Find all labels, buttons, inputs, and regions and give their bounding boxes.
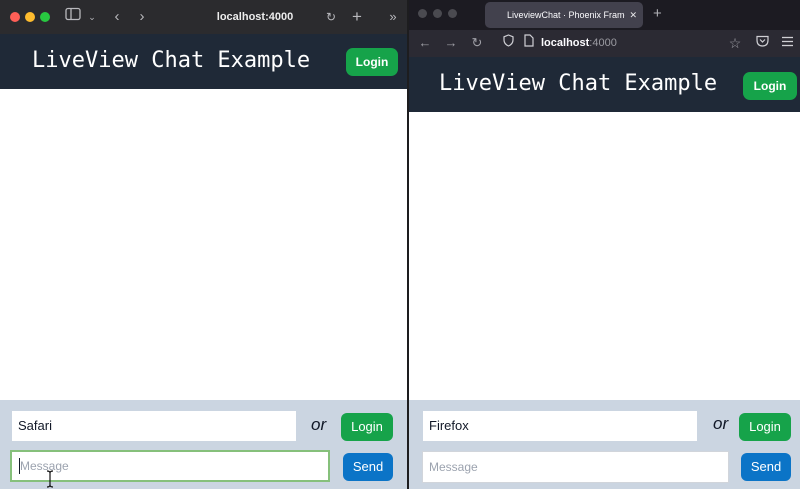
- firefox-nav-bar: ← → ↻ localhost:4000 ☆: [409, 30, 800, 57]
- app-header: LiveView Chat Example Login: [0, 34, 407, 89]
- forward-icon[interactable]: ›: [135, 7, 149, 27]
- safari-toolbar: ⌄ ‹ › localhost:4000 ↻ + »: [0, 0, 407, 34]
- zoom-window-button[interactable]: [448, 9, 457, 18]
- message-placeholder: Message: [429, 460, 478, 474]
- plus-icon[interactable]: +: [349, 7, 365, 27]
- message-input[interactable]: Message: [422, 451, 729, 483]
- page-icon[interactable]: [522, 33, 536, 53]
- chevron-down-icon[interactable]: ⌄: [86, 7, 98, 27]
- star-icon[interactable]: ☆: [727, 33, 743, 53]
- address-bar[interactable]: localhost:4000: [160, 6, 350, 28]
- text-cursor-icon: [46, 470, 54, 488]
- firefox-window: LiveviewChat · Phoenix Framew ✕ + ← → ↻ …: [409, 0, 800, 489]
- page-title: LiveView Chat Example: [439, 71, 718, 96]
- text-caret: [19, 458, 20, 474]
- send-button[interactable]: Send: [741, 453, 791, 481]
- tab-liveviewchat[interactable]: LiveviewChat · Phoenix Framew ✕: [485, 2, 643, 28]
- tab-title: LiveviewChat · Phoenix Framew: [507, 10, 625, 20]
- chat-footer: Firefox or Login Message Send: [409, 400, 800, 489]
- messages-area: [409, 112, 800, 400]
- app-header: LiveView Chat Example Login: [409, 57, 800, 112]
- menu-icon[interactable]: [779, 33, 795, 53]
- double-chevron-icon[interactable]: »: [385, 7, 401, 27]
- footer-login-button[interactable]: Login: [341, 413, 393, 441]
- url-bar[interactable]: localhost:4000: [541, 33, 617, 53]
- send-button[interactable]: Send: [343, 453, 393, 481]
- footer-login-button[interactable]: Login: [739, 413, 791, 441]
- page-title: LiveView Chat Example: [32, 48, 311, 73]
- reload-icon[interactable]: ↻: [469, 33, 485, 53]
- close-icon[interactable]: ✕: [629, 2, 637, 28]
- pocket-icon[interactable]: [754, 33, 770, 53]
- messages-area: [0, 89, 407, 400]
- close-window-button[interactable]: [10, 12, 20, 22]
- reload-icon[interactable]: ↻: [326, 6, 336, 28]
- chat-footer: Safari or Login Message Send: [0, 400, 407, 489]
- url-host: localhost: [541, 37, 590, 49]
- firefox-tab-strip: LiveviewChat · Phoenix Framew ✕ +: [409, 0, 800, 30]
- name-input[interactable]: Firefox: [422, 410, 698, 442]
- sidebar-icon[interactable]: [64, 7, 82, 27]
- zoom-window-button[interactable]: [40, 12, 50, 22]
- url-port: :4000: [589, 37, 617, 49]
- header-login-button[interactable]: Login: [346, 48, 398, 76]
- safari-window: ⌄ ‹ › localhost:4000 ↻ + » LiveView Chat…: [0, 0, 407, 489]
- back-icon[interactable]: ‹: [110, 7, 124, 27]
- or-label: or: [311, 415, 327, 434]
- minimize-window-button[interactable]: [25, 12, 35, 22]
- message-input[interactable]: Message: [10, 450, 330, 482]
- back-arrow-icon[interactable]: ←: [417, 33, 433, 53]
- minimize-window-button[interactable]: [433, 9, 442, 18]
- close-window-button[interactable]: [418, 9, 427, 18]
- shield-icon[interactable]: [501, 33, 515, 53]
- plus-icon[interactable]: +: [653, 4, 662, 24]
- or-label: or: [713, 414, 729, 433]
- forward-arrow-icon[interactable]: →: [443, 33, 459, 53]
- name-input[interactable]: Safari: [11, 410, 297, 442]
- header-login-button[interactable]: Login: [743, 72, 797, 100]
